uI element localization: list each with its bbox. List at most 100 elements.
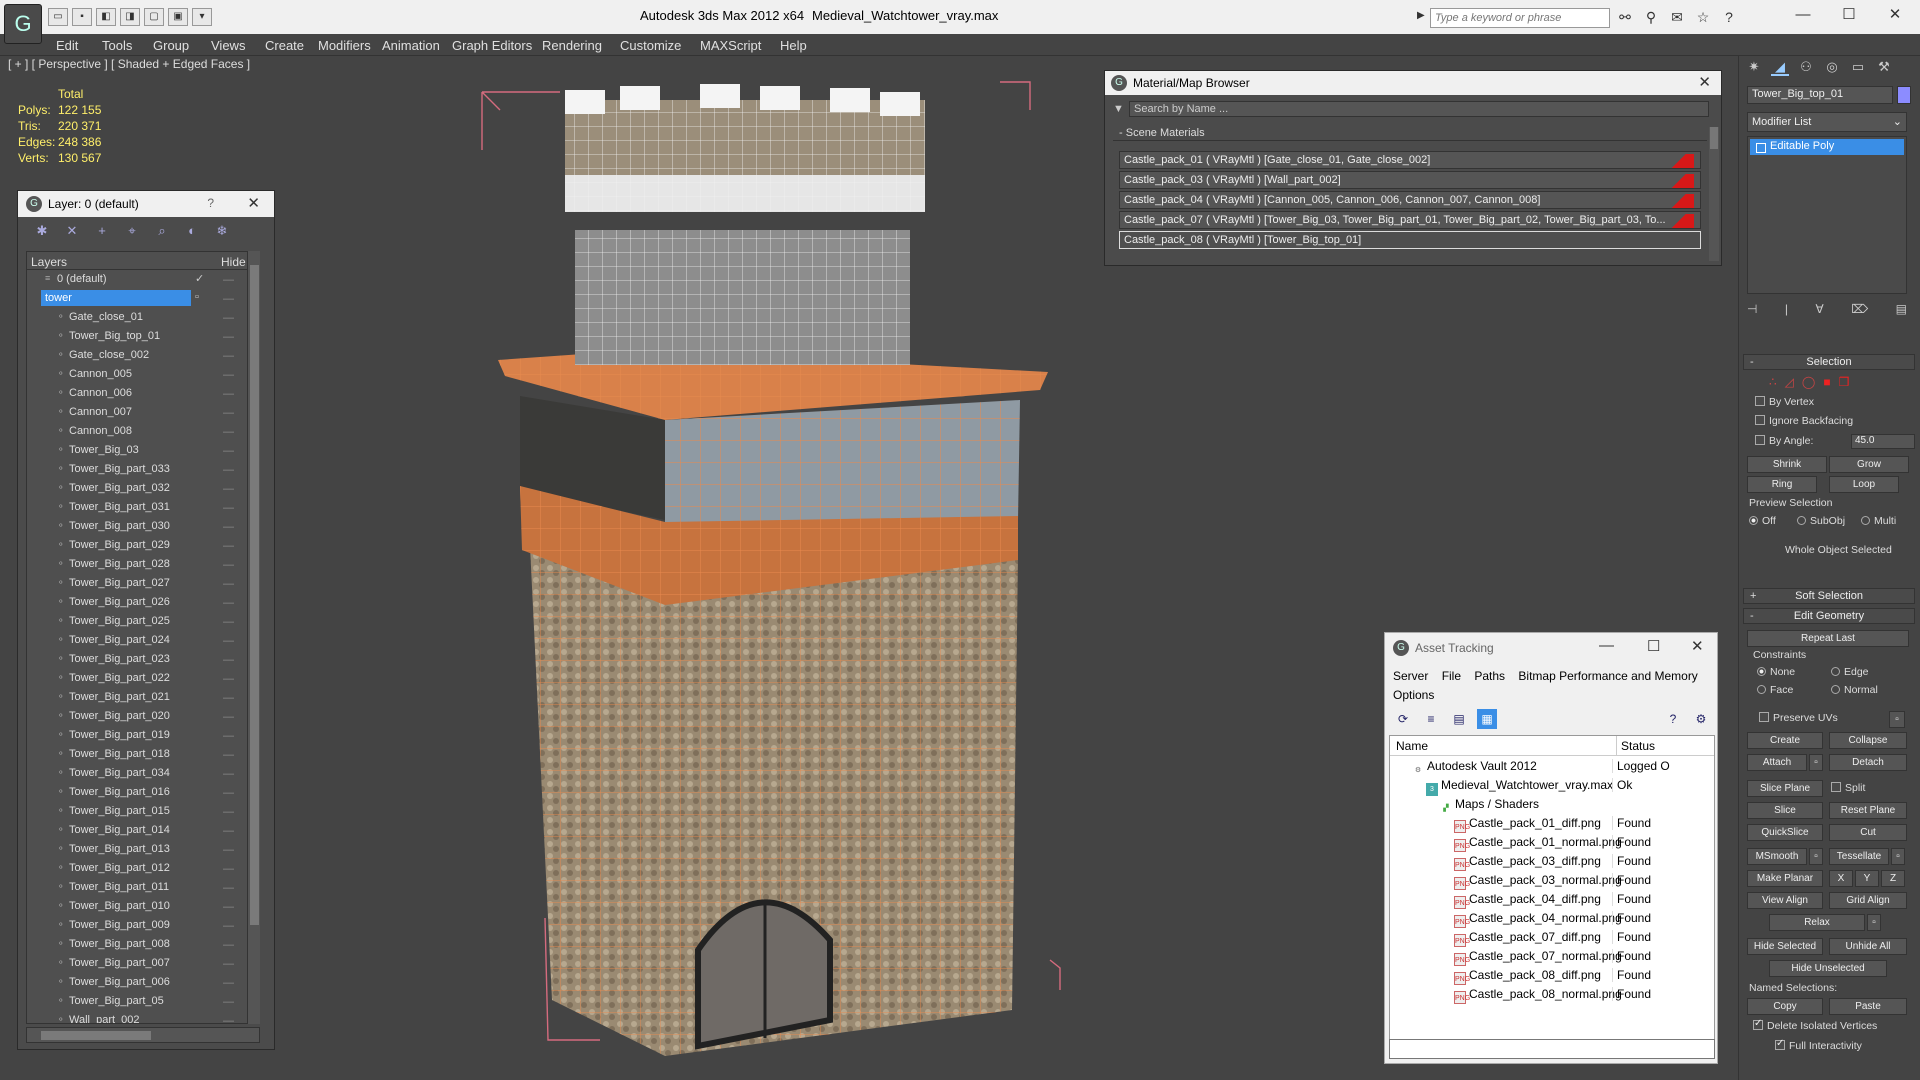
asset-table[interactable]: Name Status ⚙ Autodesk Vault 2012 Logged O…	[1389, 735, 1715, 1047]
add-to-layer-icon[interactable]: +	[92, 223, 112, 241]
hide-toggle[interactable]: —	[223, 673, 234, 685]
hide-toggle[interactable]: —	[223, 901, 234, 913]
table-view-icon[interactable]: ▦	[1477, 709, 1497, 729]
layer-horizontal-scrollbar[interactable]	[26, 1027, 260, 1043]
hide-toggle[interactable]: —	[223, 350, 234, 362]
close-button[interactable]: ✕	[1872, 0, 1918, 30]
modifier-list-dropdown[interactable]: Modifier List ⌄	[1747, 112, 1907, 132]
asset-row[interactable]: PNGCastle_pack_03_diff.png Found	[1390, 851, 1714, 871]
binoculars-icon[interactable]: ⚯	[1615, 8, 1635, 26]
filter-dropdown-icon[interactable]: ▼	[1113, 103, 1124, 115]
loop-button[interactable]: Loop	[1829, 476, 1899, 493]
hide-toggle[interactable]: —	[223, 1015, 234, 1023]
hide-toggle[interactable]: —	[223, 863, 234, 875]
menu-animation[interactable]: Animation	[382, 38, 440, 53]
layer-row[interactable]: ⚬ Tower_Big_part_007 —	[27, 954, 259, 973]
by-vertex-checkbox[interactable]: By Vertex	[1755, 396, 1814, 408]
app-logo-icon[interactable]: G	[4, 4, 42, 44]
asset-row[interactable]: PNGCastle_pack_01_normal.png Found	[1390, 832, 1714, 852]
remove-modifier-icon[interactable]: ⌦	[1851, 302, 1868, 320]
hide-toggle[interactable]: —	[223, 293, 234, 305]
layer-row[interactable]: ⚬ Tower_Big_part_019 —	[27, 726, 259, 745]
layer-row[interactable]: ⚬ Tower_Big_top_01 —	[27, 327, 259, 346]
asset-help-icon[interactable]: ?	[1663, 709, 1683, 729]
hold-icon[interactable]: ▢	[144, 8, 164, 26]
object-color-swatch[interactable]	[1897, 86, 1911, 104]
preview-subobj-radio[interactable]: SubObj	[1797, 515, 1845, 527]
vertex-icon[interactable]: ∴	[1769, 375, 1777, 389]
minimize-button[interactable]: —	[1780, 0, 1826, 30]
display-tab-icon[interactable]: ▭	[1849, 58, 1867, 76]
stack-item-editable-poly[interactable]: Editable Poly	[1750, 139, 1904, 155]
delete-isolated-checkbox[interactable]: Delete Isolated Vertices	[1753, 1018, 1877, 1032]
hide-toggle[interactable]: —	[223, 654, 234, 666]
layer-row[interactable]: ⚬ Cannon_006 —	[27, 384, 259, 403]
communication-icon[interactable]: ✉	[1667, 8, 1687, 26]
layer-row[interactable]: ⚬ Tower_Big_part_009 —	[27, 916, 259, 935]
hide-toggle[interactable]: —	[223, 597, 234, 609]
cut-button[interactable]: Cut	[1829, 824, 1907, 841]
attach-button[interactable]: Attach	[1747, 754, 1807, 771]
menu-rendering[interactable]: Rendering	[542, 38, 602, 53]
edit-geometry-rollout[interactable]: - Edit Geometry	[1743, 608, 1915, 624]
menu-group[interactable]: Group	[153, 38, 189, 53]
hide-toggle[interactable]: —	[223, 749, 234, 761]
layer-row[interactable]: ⚬ Tower_Big_part_016 —	[27, 783, 259, 802]
fetch-icon[interactable]: ▣	[168, 8, 188, 26]
attach-settings-button[interactable]: ▫	[1809, 754, 1823, 771]
layer-row[interactable]: ⚬ Tower_Big_part_014 —	[27, 821, 259, 840]
layer-row[interactable]: ⚬ Gate_close_002 —	[27, 346, 259, 365]
layer-row[interactable]: ⚬ Tower_Big_part_011 —	[27, 878, 259, 897]
tessellate-settings-button[interactable]: ▫	[1891, 848, 1905, 865]
layer-row[interactable]: ⚬ Tower_Big_part_030 —	[27, 517, 259, 536]
hide-unselected-button[interactable]: Hide Unselected	[1769, 960, 1887, 977]
layer-row[interactable]: ⚬ Cannon_005 —	[27, 365, 259, 384]
by-angle-checkbox[interactable]: By Angle:	[1755, 435, 1813, 447]
layer-row[interactable]: ≡tower▫—	[27, 289, 259, 308]
asset-menu-bitmap[interactable]: Bitmap Performance and Memory	[1518, 669, 1697, 683]
material-row[interactable]: Castle_pack_01 ( VRayMtl ) [Gate_close_0…	[1119, 151, 1701, 169]
msmooth-settings-button[interactable]: ▫	[1809, 848, 1823, 865]
subscription-icon[interactable]: ⚲	[1641, 8, 1661, 26]
redo-icon[interactable]: ◨	[120, 8, 140, 26]
quick-menu-arrow-icon[interactable]: ▾	[192, 8, 212, 26]
configure-sets-icon[interactable]: ▤	[1896, 302, 1907, 320]
asset-row[interactable]: PNGCastle_pack_08_diff.png Found	[1390, 965, 1714, 985]
hide-toggle[interactable]: —	[223, 274, 234, 286]
layer-row[interactable]: ⚬ Wall_part_002 —	[27, 1011, 259, 1023]
element-icon[interactable]: ❒	[1839, 375, 1850, 389]
border-icon[interactable]: ◯	[1802, 375, 1815, 389]
constraint-edge-radio[interactable]: Edge	[1831, 666, 1869, 678]
menu-maxscript[interactable]: MAXScript	[700, 38, 761, 53]
menu-help[interactable]: Help	[780, 38, 807, 53]
layer-row[interactable]: ⚬ Tower_Big_part_022 —	[27, 669, 259, 688]
create-tab-icon[interactable]: ✷	[1745, 58, 1763, 76]
layer-row[interactable]: ⚬ Tower_Big_part_012 —	[27, 859, 259, 878]
hide-toggle[interactable]: —	[223, 616, 234, 628]
layer-row[interactable]: ⚬ Tower_Big_part_020 —	[27, 707, 259, 726]
layer-row[interactable]: ⚬ Tower_Big_part_034 —	[27, 764, 259, 783]
hide-all-layers-icon[interactable]: ◐	[182, 223, 202, 241]
constraint-face-radio[interactable]: Face	[1757, 684, 1793, 696]
help-icon[interactable]: ?	[1719, 8, 1739, 26]
asset-menu-server[interactable]: Server	[1393, 669, 1428, 683]
material-search-input[interactable]: Search by Name ...	[1129, 101, 1709, 117]
tree-view-icon[interactable]: ▤	[1449, 709, 1469, 729]
msmooth-button[interactable]: MSmooth	[1747, 848, 1807, 865]
hide-toggle[interactable]: —	[223, 958, 234, 970]
unhide-all-button[interactable]: Unhide All	[1829, 938, 1907, 955]
hide-toggle[interactable]: —	[223, 369, 234, 381]
preserve-uvs-settings-button[interactable]: ▫	[1889, 711, 1905, 728]
hide-toggle[interactable]: —	[223, 635, 234, 647]
hide-toggle[interactable]: —	[223, 787, 234, 799]
col-layers[interactable]: Layers	[31, 255, 67, 269]
polygon-icon[interactable]: ■	[1823, 375, 1830, 389]
hide-toggle[interactable]: —	[223, 331, 234, 343]
soft-selection-rollout[interactable]: + Soft Selection	[1743, 588, 1915, 604]
col-hide[interactable]: Hide	[221, 255, 246, 269]
viewport-label[interactable]: [ + ] [ Perspective ] [ Shaded + Edged F…	[8, 57, 250, 71]
layer-row[interactable]: ⚬ Tower_Big_part_006 —	[27, 973, 259, 992]
layer-vertical-scrollbar[interactable]	[247, 251, 260, 1024]
object-name-field[interactable]: Tower_Big_top_01	[1747, 86, 1893, 104]
asset-row[interactable]: PNGCastle_pack_07_normal.png Found	[1390, 946, 1714, 966]
